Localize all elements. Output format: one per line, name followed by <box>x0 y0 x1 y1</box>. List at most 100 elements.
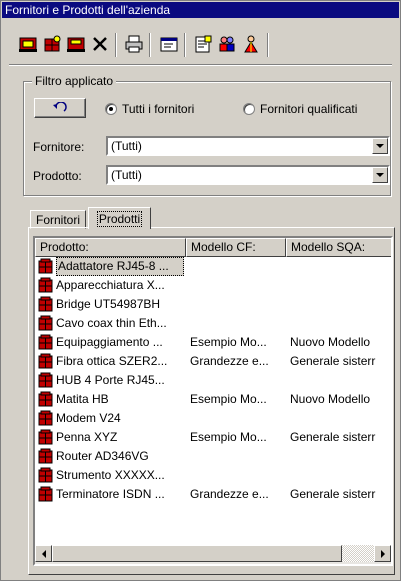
cell-product: Cavo coax thin Eth... <box>56 316 167 330</box>
product-icon <box>38 334 53 350</box>
edit-button[interactable] <box>64 33 88 55</box>
toolbar-separator <box>267 33 269 57</box>
print-icon <box>125 35 143 53</box>
product-icon <box>38 315 53 331</box>
cell-product: Strumento XXXXX... <box>56 468 165 482</box>
horizontal-scrollbar[interactable] <box>35 545 391 564</box>
cell-cf-model <box>190 314 284 333</box>
cell-sqa-model: Generale sisterr <box>290 354 376 368</box>
product-icon <box>38 277 53 293</box>
cell-product: Fibra ottica SZER2... <box>56 354 168 368</box>
radio-indicator <box>105 103 117 115</box>
cell-product: Router AD346VG <box>56 449 149 463</box>
chevron-down-icon <box>376 144 384 148</box>
table-row[interactable]: Router AD346VG <box>35 447 391 466</box>
person-button[interactable] <box>239 33 263 55</box>
cell-sqa-model <box>290 371 391 390</box>
scroll-right-button[interactable] <box>374 545 391 562</box>
product-icon <box>38 296 53 312</box>
radio-all-suppliers[interactable]: Tutti i fornitori <box>105 102 194 116</box>
cell-product: Adattatore RJ45-8 ... <box>56 257 184 276</box>
tab-products-label: Prodotti <box>96 210 143 227</box>
column-header-product[interactable]: Prodotto: <box>35 238 186 257</box>
users-icon <box>219 36 235 52</box>
cell-cf-model <box>190 276 284 295</box>
new-product-button[interactable] <box>40 33 64 55</box>
radio-qualified-label: Fornitori qualificati <box>260 102 358 116</box>
users-button[interactable] <box>215 33 239 55</box>
cell-sqa-model <box>290 466 391 485</box>
properties-button[interactable] <box>157 33 181 55</box>
cell-sqa-model: Generale sisterr <box>290 430 376 444</box>
cell-sqa-model <box>290 447 391 466</box>
tab-products[interactable]: Prodotti <box>88 207 151 229</box>
cell-cf-model <box>190 409 284 428</box>
radio-indicator <box>243 103 255 115</box>
table-row[interactable]: Terminatore ISDN ... Grandezze e... Genera… <box>35 485 391 504</box>
cell-sqa-model: Nuovo Modello <box>290 392 371 406</box>
supplier-dropdown-button[interactable] <box>372 138 388 154</box>
table-row[interactable]: Matita HB Esempio Mo... Nuovo Modello <box>35 390 391 409</box>
cell-product: Modem V24 <box>56 411 121 425</box>
table-row[interactable]: HUB 4 Porte RJ45... <box>35 371 391 390</box>
report-button[interactable] <box>191 33 215 55</box>
app-window: Fornitori e Prodotti dell'azienda Filtro… <box>0 0 401 581</box>
radio-qualified-suppliers[interactable]: Fornitori qualificati <box>243 102 357 116</box>
table-row[interactable]: Equipaggiamento ... Esempio Mo... Nuovo Mo… <box>35 333 391 352</box>
product-icon <box>38 391 53 407</box>
scroll-track[interactable] <box>342 545 374 562</box>
product-combo[interactable]: (Tutti) <box>106 165 390 185</box>
scroll-thumb[interactable] <box>52 545 342 562</box>
table-row[interactable]: Strumento XXXXX... <box>35 466 391 485</box>
print-button[interactable] <box>122 33 146 55</box>
table-row[interactable]: Fibra ottica SZER2... Grandezze e... Gener… <box>35 352 391 371</box>
cell-sqa-model <box>290 276 391 295</box>
edit-icon <box>67 37 85 52</box>
supplier-label: Fornitore: <box>33 140 85 154</box>
products-list[interactable]: Prodotto: Modello CF: Modello SQA: Adatt… <box>33 236 393 566</box>
cell-cf-model: Esempio Mo... <box>190 392 267 406</box>
new-supplier-button[interactable] <box>16 33 40 55</box>
cell-cf-model <box>190 371 284 390</box>
product-icon <box>38 429 53 445</box>
properties-icon <box>160 37 178 52</box>
scroll-left-button[interactable] <box>35 545 52 562</box>
report-icon <box>195 35 212 53</box>
cell-sqa-model <box>290 314 391 333</box>
new-product-icon <box>44 35 61 52</box>
new-supplier-icon <box>19 37 37 52</box>
column-header-sqa-model[interactable]: Modello SQA: <box>286 238 391 257</box>
cell-sqa-model <box>290 409 391 428</box>
column-header-cf-model[interactable]: Modello CF: <box>186 238 286 257</box>
reset-filter-button[interactable] <box>34 98 86 118</box>
cell-product: Equipaggiamento ... <box>56 335 163 349</box>
delete-button[interactable] <box>88 33 112 55</box>
product-icon <box>38 353 53 369</box>
arrow-right-icon <box>380 549 385 558</box>
toolbar-separator <box>149 33 151 57</box>
cell-cf-model: Esempio Mo... <box>190 335 267 349</box>
cell-product: Penna XYZ <box>56 430 118 444</box>
cell-product: Terminatore ISDN ... <box>56 487 165 501</box>
cell-product: Bridge UT54987BH <box>56 297 161 311</box>
table-row[interactable]: Penna XYZ Esempio Mo... Generale sisterr <box>35 428 391 447</box>
divider <box>9 64 392 66</box>
cell-cf-model <box>190 466 284 485</box>
supplier-combo[interactable]: (Tutti) <box>106 136 390 156</box>
product-dropdown-button[interactable] <box>372 167 388 183</box>
cell-sqa-model: Nuovo Modello <box>290 335 371 349</box>
table-row[interactable]: Adattatore RJ45-8 ... <box>35 257 391 276</box>
person-icon <box>244 35 258 53</box>
product-value: (Tutti) <box>111 168 142 182</box>
cell-product: HUB 4 Porte RJ45... <box>56 373 165 387</box>
cell-product: Apparecchiatura X... <box>56 278 165 292</box>
table-row[interactable]: Apparecchiatura X... <box>35 276 391 295</box>
table-row[interactable]: Bridge UT54987BH <box>35 295 391 314</box>
delete-icon <box>93 37 107 51</box>
product-icon <box>38 448 53 464</box>
table-row[interactable]: Modem V24 <box>35 409 391 428</box>
table-row[interactable]: Cavo coax thin Eth... <box>35 314 391 333</box>
cell-cf-model: Grandezze e... <box>190 354 269 368</box>
cell-cf-model <box>190 447 284 466</box>
product-icon <box>38 258 53 274</box>
